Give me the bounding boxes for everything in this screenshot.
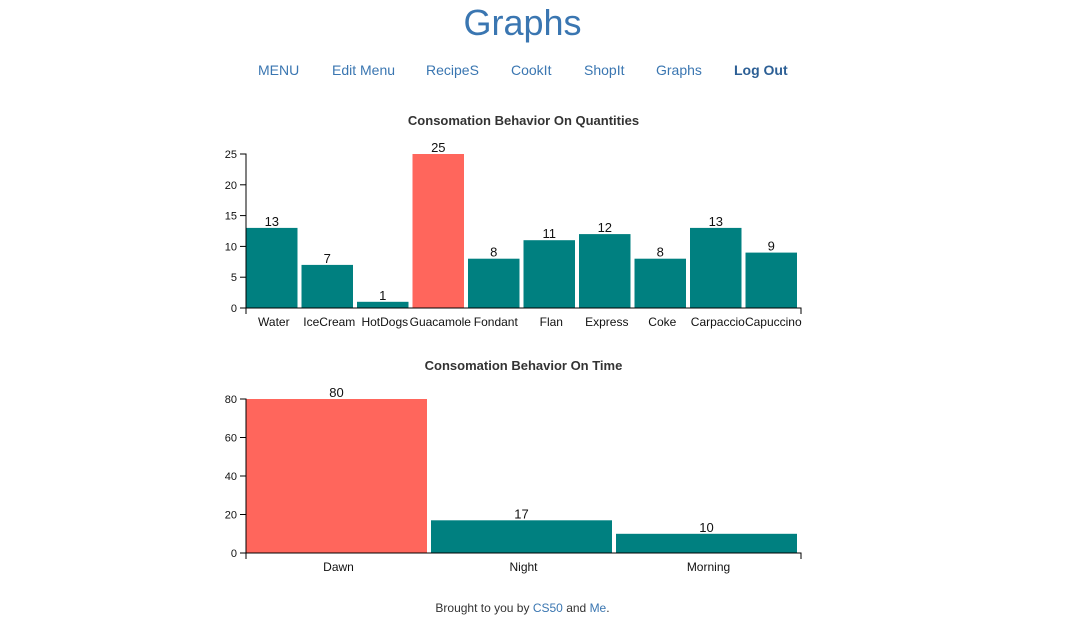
- y-tick-label: 15: [225, 211, 237, 223]
- value-label: 7: [324, 251, 331, 266]
- bar-coke: [634, 258, 686, 308]
- value-label: 17: [514, 506, 528, 521]
- x-tick-label: Dawn: [323, 560, 354, 574]
- value-label: 1: [379, 288, 386, 303]
- y-tick-label: 25: [225, 149, 237, 161]
- footer-prefix: Brought to you by: [435, 601, 530, 615]
- bar-express: [579, 234, 631, 308]
- bar-dawn: [246, 399, 427, 553]
- y-tick-label: 0: [231, 303, 237, 315]
- value-label: 11: [543, 226, 557, 241]
- bar-water: [246, 227, 298, 308]
- footer-me-link[interactable]: Me: [590, 601, 607, 615]
- footer-middle: and: [566, 601, 587, 615]
- x-axis: [245, 552, 802, 559]
- x-tick-label: Night: [509, 560, 538, 574]
- x-tick-label: Carpaccio: [691, 315, 745, 329]
- y-tick-label: 0: [231, 548, 237, 560]
- x-tick-label: IceCream: [303, 315, 355, 329]
- x-axis: [245, 307, 802, 314]
- y-tick-label: 80: [225, 394, 237, 406]
- y-tick-label: 20: [225, 510, 237, 522]
- bar-morning: [616, 533, 797, 554]
- value-label: 9: [768, 239, 775, 254]
- x-tick-label: Fondant: [474, 315, 519, 329]
- x-tick-label: Coke: [648, 315, 676, 329]
- value-label: 13: [709, 214, 723, 229]
- y-tick-label: 10: [225, 241, 237, 253]
- value-label: 25: [431, 140, 445, 155]
- bar-carpaccio: [690, 227, 742, 308]
- value-label: 80: [329, 385, 343, 400]
- x-tick-label: Express: [585, 315, 628, 329]
- y-tick-label: 20: [225, 180, 237, 192]
- bar-guacamole: [412, 154, 464, 308]
- x-tick-label: HotDogs: [361, 315, 408, 329]
- y-tick-label: 40: [225, 471, 237, 483]
- value-label: 10: [699, 520, 713, 535]
- x-tick-label: Morning: [687, 560, 730, 574]
- footer-cs50-link[interactable]: CS50: [533, 601, 563, 615]
- x-tick-label: Flan: [540, 315, 563, 329]
- y-tick-label: 60: [225, 433, 237, 445]
- bar-icecream: [301, 264, 353, 308]
- value-label: 8: [657, 245, 664, 260]
- value-label: 13: [265, 214, 279, 229]
- bar-fondant: [468, 258, 520, 308]
- charts-canvas: 13 Water 7 IceCream 1 HotDogs 25 Guacamole 8 Fond…: [225, 140, 802, 574]
- y-tick-label: 5: [231, 272, 237, 284]
- footer: Brought to you by CS50 and Me.: [0, 601, 1045, 615]
- bar-flan: [523, 240, 575, 308]
- x-tick-label: Water: [258, 315, 290, 329]
- value-label: 8: [490, 245, 497, 260]
- x-tick-label: Guacamole: [410, 315, 472, 329]
- value-label: 12: [598, 220, 612, 235]
- footer-suffix: .: [606, 601, 610, 615]
- bar-capuccino: [745, 252, 797, 308]
- x-tick-label: Capuccino: [745, 315, 802, 329]
- y-axis: [240, 153, 247, 309]
- bar-night: [431, 520, 612, 553]
